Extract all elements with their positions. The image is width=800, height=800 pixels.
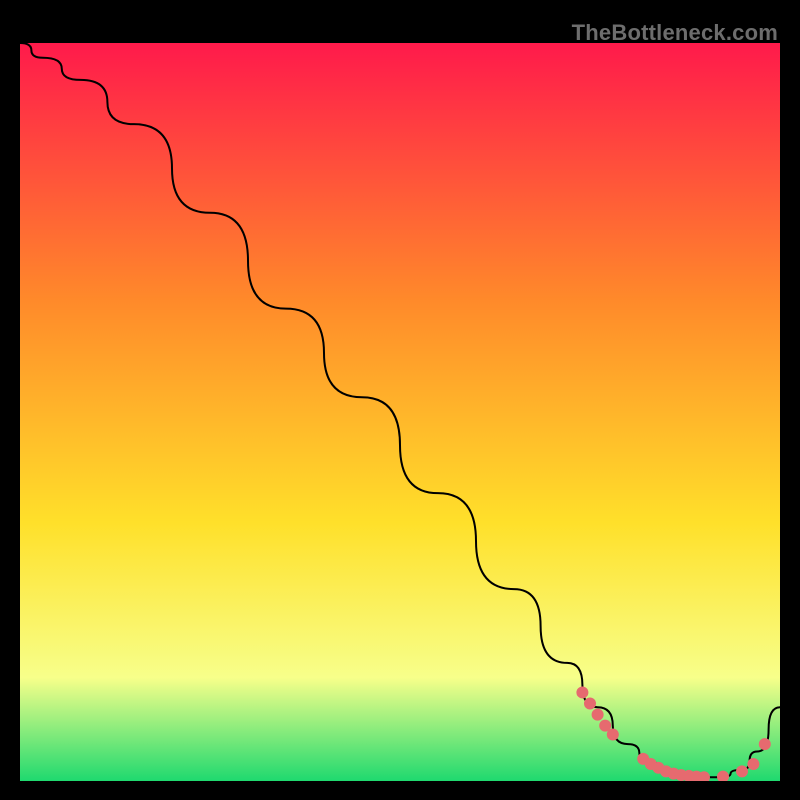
data-marker xyxy=(759,738,771,750)
data-marker xyxy=(592,709,604,721)
data-marker xyxy=(607,729,619,741)
chart-svg xyxy=(20,43,780,781)
gradient-background xyxy=(20,43,780,781)
plot-area xyxy=(20,43,780,781)
watermark-text: TheBottleneck.com xyxy=(572,20,778,46)
data-marker xyxy=(576,686,588,698)
data-marker xyxy=(736,765,748,777)
data-marker xyxy=(747,758,759,770)
data-marker xyxy=(584,698,596,710)
